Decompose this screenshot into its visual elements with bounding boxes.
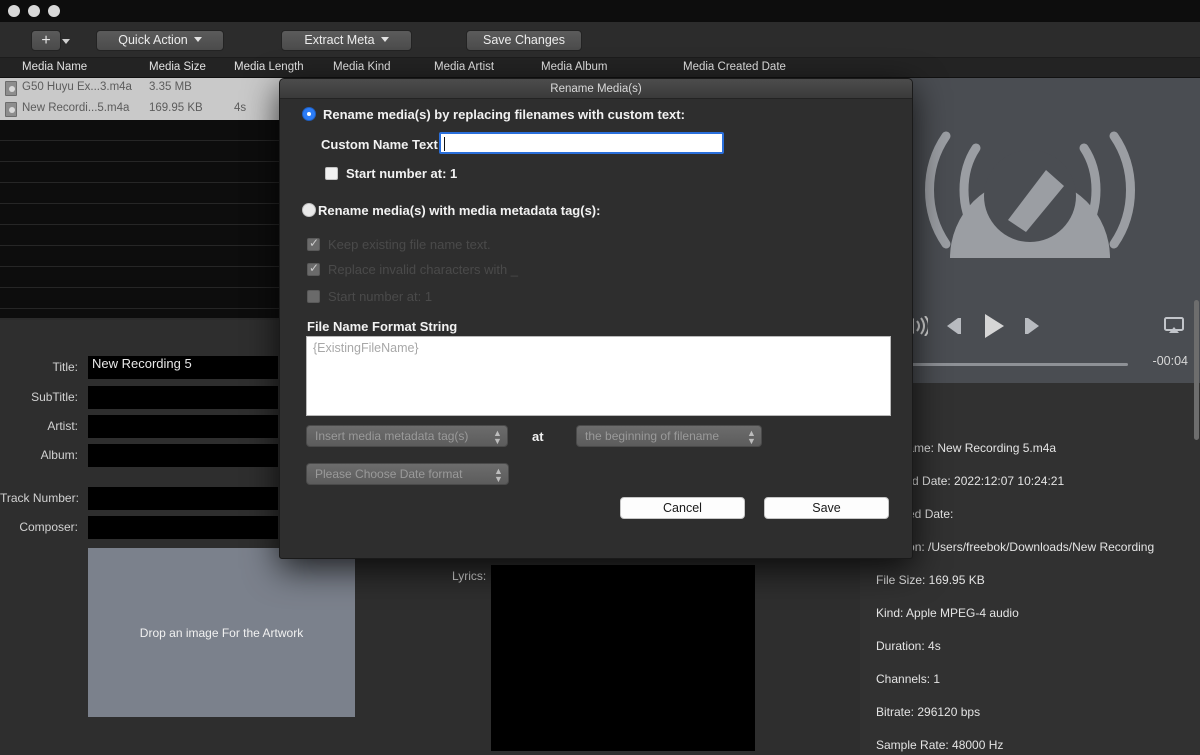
audio-file-icon <box>5 102 17 117</box>
fast-forward-icon[interactable] <box>1022 315 1044 342</box>
extract-meta-label: Extract Meta <box>304 33 375 47</box>
column-header-0[interactable]: Media Name <box>22 61 87 73</box>
stepper-icon: ▲ ▼ <box>747 428 756 446</box>
insert-tag-select[interactable]: Insert media metadata tag(s) ▲ ▼ <box>306 425 508 447</box>
column-header-6[interactable]: Media Created Date <box>683 61 786 73</box>
quick-action-label: Quick Action <box>118 33 188 47</box>
radio-metadata-tags-label: Rename media(s) with media metadata tag(… <box>318 203 601 218</box>
window-titlebar <box>0 0 1200 22</box>
replace-invalid-label: Replace invalid characters with _ <box>328 262 519 277</box>
start-number-label: Start number at: 1 <box>346 166 458 181</box>
date-format-select[interactable]: Please Choose Date format ▲ ▼ <box>306 463 509 485</box>
field-input-5[interactable] <box>88 516 278 539</box>
start-number-checkbox-2 <box>307 290 320 303</box>
info-row-9: Sample Rate: 48000 Hz <box>876 738 1004 752</box>
audio-logo-icon <box>888 108 1172 273</box>
field-input-4[interactable] <box>88 487 278 510</box>
save-changes-label: Save Changes <box>482 33 565 47</box>
field-label-4: Track Number: <box>0 491 79 505</box>
custom-name-label: Custom Name Text: <box>321 137 443 152</box>
info-row-4: File Size: 169.95 KB <box>876 573 985 587</box>
column-header-3[interactable]: Media Kind <box>333 61 391 73</box>
start-number-label-2: Start number at: 1 <box>328 289 433 304</box>
cell-name: New Recordi...5.m4a <box>22 102 130 114</box>
text-caret <box>444 137 445 151</box>
start-number-checkbox[interactable] <box>325 167 338 180</box>
format-string-placeholder: {ExistingFileName} <box>313 341 419 355</box>
keep-existing-label: Keep existing file name text. <box>328 237 491 252</box>
at-label: at <box>532 429 544 444</box>
field-label-0: Title: <box>52 360 78 374</box>
main-toolbar: + Quick Action Extract Meta Save Changes <box>0 22 1200 58</box>
lyrics-label: Lyrics: <box>452 569 487 583</box>
cancel-button[interactable]: Cancel <box>620 497 745 519</box>
airplay-icon[interactable] <box>1164 317 1184 339</box>
cell-size: 3.35 MB <box>149 81 192 93</box>
format-string-input[interactable]: {ExistingFileName} <box>306 336 891 416</box>
chevron-down-icon <box>380 37 389 42</box>
extract-meta-button[interactable]: Extract Meta <box>281 30 412 51</box>
field-input-2[interactable] <box>88 415 278 438</box>
replace-invalid-checkbox <box>307 261 320 276</box>
info-row-3: Location: /Users/freebok/Downloads/New R… <box>876 540 1155 554</box>
close-icon[interactable] <box>8 5 20 17</box>
date-format-value: Please Choose Date format <box>315 467 463 481</box>
stepper-icon: ▲ ▼ <box>493 428 502 446</box>
chevron-down-icon[interactable] <box>62 39 70 44</box>
dialog-scrollbar[interactable] <box>1194 300 1199 440</box>
radio-custom-text[interactable] <box>302 107 316 121</box>
time-remaining: -00:04 <box>1152 354 1188 368</box>
format-string-label: File Name Format String <box>307 319 458 334</box>
column-header-5[interactable]: Media Album <box>541 61 607 73</box>
info-row-6: Duration: 4s <box>876 639 941 653</box>
position-select[interactable]: the beginning of filename ▲ ▼ <box>576 425 762 447</box>
field-label-3: Album: <box>40 448 78 462</box>
add-media-button[interactable]: + <box>31 30 61 51</box>
column-header-1[interactable]: Media Size <box>149 61 206 73</box>
chevron-down-icon <box>193 37 202 42</box>
column-header-2[interactable]: Media Length <box>234 61 304 73</box>
audio-file-icon <box>5 81 17 96</box>
dialog-title: Rename Media(s) <box>280 79 912 99</box>
insert-tag-value: Insert media metadata tag(s) <box>315 429 469 443</box>
table-header: Media Name Media Size Media Length Media Ki… <box>0 58 1200 78</box>
artwork-dropzone[interactable]: Drop an image For the Artwork <box>88 548 355 717</box>
traffic-lights <box>8 5 60 17</box>
cell-length: 4s <box>234 102 247 114</box>
app-window: + Quick Action Extract Meta Save Changes… <box>0 0 1200 755</box>
field-label-2: Artist: <box>47 419 78 433</box>
play-icon[interactable] <box>978 311 1008 346</box>
field-label-1: SubTitle: <box>31 390 78 404</box>
cell-name: G50 Huyu Ex...3.m4a <box>22 81 132 93</box>
info-row-8: Bitrate: 296120 bps <box>876 705 981 719</box>
field-input-3[interactable] <box>88 444 278 467</box>
position-value: the beginning of filename <box>585 429 720 443</box>
save-button[interactable]: Save <box>764 497 889 519</box>
column-header-4[interactable]: Media Artist <box>434 61 494 73</box>
playback-scrubber[interactable] <box>890 363 1128 366</box>
info-row-5: Kind: Apple MPEG-4 audio <box>876 606 1019 620</box>
radio-custom-text-label: Rename media(s) by replacing filenames w… <box>323 107 685 122</box>
rewind-icon[interactable] <box>942 315 964 342</box>
cell-size: 169.95 KB <box>149 102 203 114</box>
quick-action-button[interactable]: Quick Action <box>96 30 224 51</box>
keep-existing-checkbox <box>307 236 320 251</box>
field-input-0[interactable]: New Recording 5 <box>88 356 278 379</box>
save-changes-button[interactable]: Save Changes <box>466 30 582 51</box>
field-label-5: Composer: <box>19 520 78 534</box>
field-input-1[interactable] <box>88 386 278 409</box>
lyrics-input[interactable] <box>491 565 755 751</box>
radio-metadata-tags[interactable] <box>302 203 316 217</box>
rename-media-dialog: Rename Media(s) Rename media(s) by repla… <box>279 78 913 559</box>
stepper-icon: ▲ ▼ <box>494 466 503 484</box>
info-row-7: Channels: 1 <box>876 672 941 686</box>
minimize-icon[interactable] <box>28 5 40 17</box>
custom-name-input[interactable] <box>439 132 724 154</box>
maximize-icon[interactable] <box>48 5 60 17</box>
